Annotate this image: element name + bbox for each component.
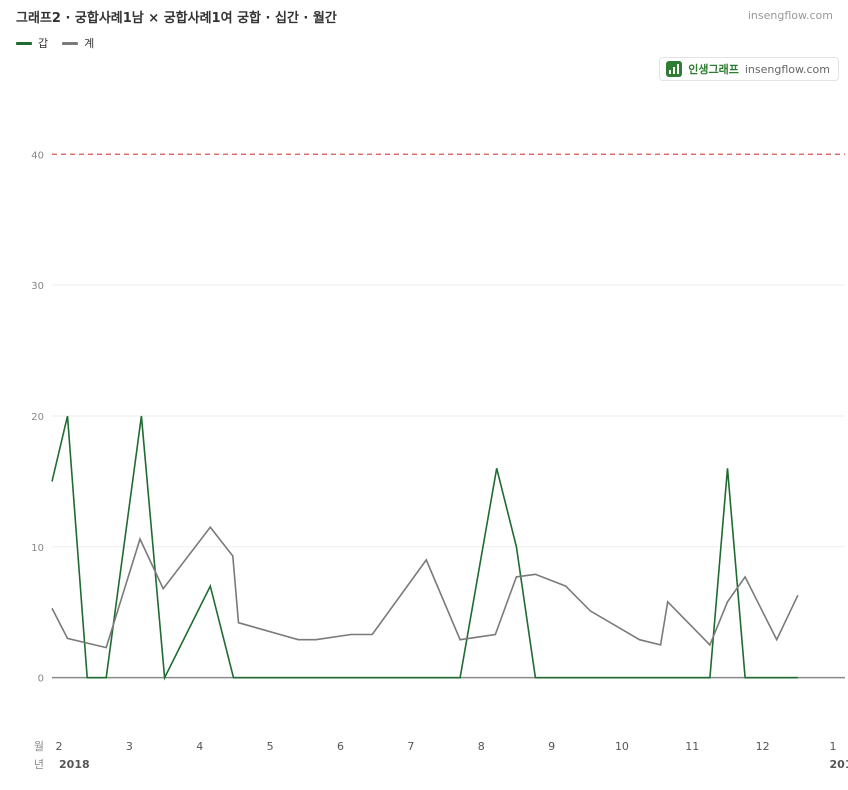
x-tick-label-12: 12 (756, 740, 770, 753)
y-tick-label-10: 10 (31, 543, 44, 554)
x-tick-label-1: 1 (830, 740, 837, 753)
year-label-0: 2018 (59, 758, 90, 771)
x-tick-label-2: 2 (56, 740, 63, 753)
series-line-gye (51, 525, 799, 649)
x-axis-labels: 월년2 3 4 5 6 7 8 9 10 11 12 1 2018 2018 (34, 740, 848, 771)
x-tick-label-4: 4 (196, 740, 203, 753)
x-tick-label-3: 3 (126, 740, 133, 753)
x-row-label-year: 년 (34, 758, 44, 771)
x-tick-label-11: 11 (685, 740, 699, 753)
x-tick-label-8: 8 (478, 740, 485, 753)
y-tick-label-30: 30 (31, 281, 44, 292)
x-tick-label-7: 7 (407, 740, 414, 753)
y-tick-label-20: 20 (31, 412, 44, 423)
x-tick-label-9: 9 (548, 740, 555, 753)
y-tick-label-40: 40 (31, 150, 44, 161)
line-chart: 0 10 20 30 40 월년2 3 4 5 6 7 8 9 10 11 12 1 2018 2018 (31, 150, 848, 771)
year-label-1: 2018 (830, 758, 848, 771)
x-tick-label-10: 10 (615, 740, 629, 753)
x-row-label-month: 월 (34, 740, 44, 753)
x-tick-label-6: 6 (337, 740, 344, 753)
y-axis-labels: 0 10 20 30 40 (31, 150, 44, 684)
y-tick-label-0: 0 (38, 674, 44, 685)
x-tick-label-5: 5 (267, 740, 274, 753)
